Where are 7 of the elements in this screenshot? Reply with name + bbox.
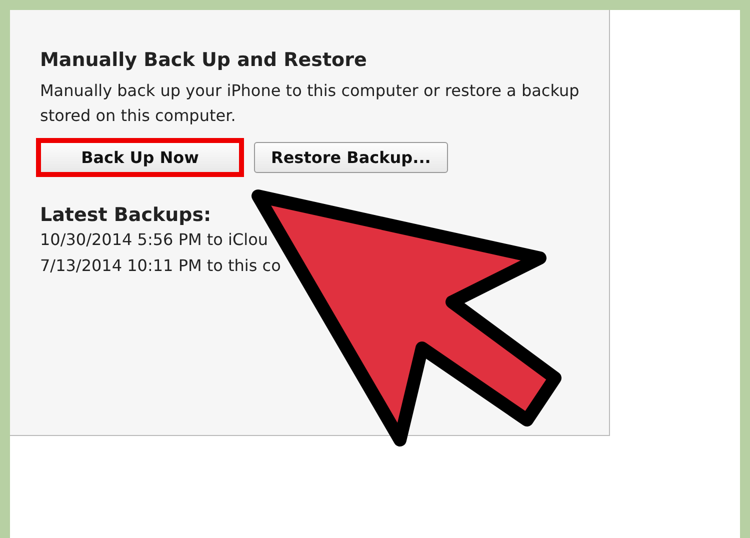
section-description: Manually back up your iPhone to this computer or restore a backup stored on this computer. [40, 80, 580, 127]
button[interactable]: Restore Backup... [254, 142, 448, 173]
backup-entry: 10/30/2014 5:56 PM to iClou [40, 229, 269, 251]
highlighted-button[interactable]: Back Up Now [36, 138, 244, 177]
section-title: Manually Back Up and Restore [40, 48, 368, 72]
latest-backups-title: Latest Backups: [40, 203, 212, 227]
backup-entry: 7/13/2014 10:11 PM to this co [40, 255, 282, 277]
